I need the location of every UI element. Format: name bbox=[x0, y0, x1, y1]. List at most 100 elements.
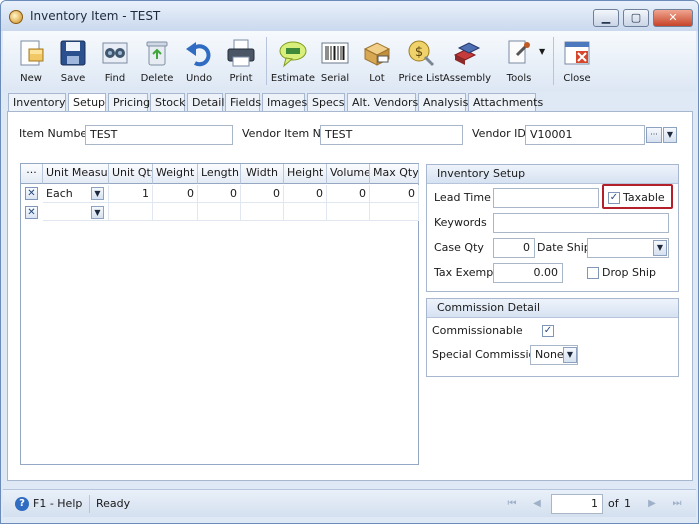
close-icon bbox=[564, 41, 590, 65]
case-qty-field[interactable]: 0 bbox=[493, 238, 535, 258]
commission-detail-group: Commission Detail Commissionable ✓ Speci… bbox=[426, 298, 679, 377]
tab-analysis[interactable]: Analysis bbox=[418, 93, 468, 112]
close-label: Close bbox=[563, 73, 591, 84]
previous-page-icon[interactable]: ◀ bbox=[529, 496, 545, 512]
lead-time-label: Lead Time bbox=[434, 191, 491, 204]
status-text: Ready bbox=[96, 497, 131, 510]
date-ship-dropdown-icon[interactable]: ▼ bbox=[653, 240, 667, 256]
cell-width[interactable]: 0 bbox=[241, 185, 284, 203]
unit-measure-grid: ··· Unit Measure Unit Qty Weight Length … bbox=[20, 163, 419, 465]
print-button[interactable]: Print bbox=[219, 34, 263, 88]
tax-exempt-field[interactable]: 0.00 bbox=[493, 263, 563, 283]
status-divider bbox=[89, 495, 90, 513]
new-row-cell[interactable] bbox=[241, 203, 284, 221]
tab-attachments[interactable]: Attachments bbox=[468, 93, 543, 112]
tab-fields[interactable]: Fields bbox=[225, 93, 261, 112]
cell-length[interactable]: 0 bbox=[198, 185, 241, 203]
col-length[interactable]: Length bbox=[198, 164, 241, 184]
special-commission-label: Special Commission bbox=[432, 348, 543, 361]
unit-measure-dropdown-icon[interactable]: ▼ bbox=[91, 206, 104, 219]
cell-weight[interactable]: 0 bbox=[153, 185, 198, 203]
vendor-id-field[interactable]: V10001 bbox=[525, 125, 645, 145]
delete-row-icon[interactable]: ✕ bbox=[25, 206, 38, 219]
delete-row-icon[interactable]: ✕ bbox=[25, 187, 38, 200]
help-text[interactable]: F1 - Help bbox=[33, 497, 82, 510]
new-row-cell[interactable] bbox=[198, 203, 241, 221]
new-row-cell[interactable] bbox=[284, 203, 327, 221]
drop-ship-checkbox[interactable] bbox=[587, 267, 599, 279]
print-label: Print bbox=[229, 73, 253, 84]
cell-unit-qty[interactable]: 1 bbox=[109, 185, 153, 203]
new-row-cell[interactable] bbox=[370, 203, 419, 221]
undo-icon bbox=[186, 42, 211, 67]
col-unit-measure[interactable]: Unit Measure bbox=[43, 164, 109, 184]
tools-dropdown-arrow-icon[interactable]: ▼ bbox=[539, 47, 545, 56]
commissionable-label: Commissionable bbox=[432, 324, 523, 337]
inventory-item-window: Inventory Item - TEST ▁ ▢ ✕ New Save Fin… bbox=[0, 0, 699, 524]
tools-button[interactable]: Tools bbox=[497, 34, 541, 88]
next-page-icon[interactable]: ▶ bbox=[644, 496, 660, 512]
total-pages: 1 bbox=[624, 497, 631, 510]
svg-text:$: $ bbox=[415, 45, 423, 60]
close-button[interactable]: Close bbox=[555, 34, 599, 88]
col-width[interactable]: Width bbox=[241, 164, 284, 184]
tools-label: Tools bbox=[506, 73, 532, 84]
setup-panel: Item Number TEST Vendor Item No TEST Ven… bbox=[7, 111, 693, 481]
lot-icon bbox=[363, 42, 391, 66]
special-commission-dropdown-icon[interactable]: ▼ bbox=[563, 347, 577, 363]
of-label: of bbox=[608, 497, 619, 510]
new-row-cell[interactable] bbox=[109, 203, 153, 221]
tab-specs[interactable]: Specs bbox=[307, 93, 345, 112]
status-bar: ? F1 - Help Ready ⏮ ◀ 1 of 1 ▶ ⏭ bbox=[3, 489, 696, 517]
toolbar: New Save Find Delete Undo Print Estimate… bbox=[3, 31, 696, 91]
help-icon[interactable]: ? bbox=[15, 497, 29, 511]
cell-height[interactable]: 0 bbox=[284, 185, 327, 203]
tab-pricing[interactable]: Pricing bbox=[108, 93, 150, 112]
vendor-id-lookup-button[interactable]: ··· bbox=[646, 127, 662, 143]
commissionable-checkbox[interactable]: ✓ bbox=[542, 325, 554, 337]
lead-time-field[interactable] bbox=[493, 188, 599, 208]
window-title: Inventory Item - TEST bbox=[30, 9, 161, 23]
date-ship-label: Date Ship bbox=[537, 241, 591, 254]
new-row-cell[interactable] bbox=[327, 203, 370, 221]
close-window-button[interactable]: ✕ bbox=[653, 9, 693, 27]
tab-alt-vendors[interactable]: Alt. Vendors bbox=[347, 93, 418, 112]
assembly-icon bbox=[453, 42, 481, 65]
vendor-id-label: Vendor ID bbox=[472, 127, 526, 140]
title-bar: Inventory Item - TEST ▁ ▢ ✕ bbox=[1, 1, 698, 31]
estimate-icon bbox=[279, 41, 307, 68]
first-page-icon[interactable]: ⏮ bbox=[504, 496, 520, 512]
page-number-field[interactable]: 1 bbox=[551, 494, 603, 514]
price-list-button[interactable]: $ Price List bbox=[398, 34, 444, 88]
cell-volume[interactable]: 0 bbox=[327, 185, 370, 203]
maximize-button[interactable]: ▢ bbox=[623, 9, 649, 27]
tab-images[interactable]: Images bbox=[262, 93, 307, 112]
col-max-qty[interactable]: Max Qty bbox=[370, 164, 419, 184]
col-unit-qty[interactable]: Unit Qty bbox=[109, 164, 153, 184]
unit-measure-dropdown-icon[interactable]: ▼ bbox=[91, 187, 104, 200]
item-number-field[interactable]: TEST bbox=[85, 125, 233, 145]
new-row-cell[interactable] bbox=[153, 203, 198, 221]
assembly-label: Assembly bbox=[442, 73, 492, 84]
tab-stock[interactable]: Stock bbox=[150, 93, 185, 112]
serial-icon bbox=[321, 42, 349, 64]
tab-setup[interactable]: Setup bbox=[68, 93, 106, 113]
assembly-button[interactable]: Assembly bbox=[443, 34, 491, 88]
vendor-item-no-field[interactable]: TEST bbox=[320, 125, 463, 145]
new-icon bbox=[20, 40, 44, 66]
col-volume[interactable]: Volume bbox=[327, 164, 370, 184]
vendor-item-no-label: Vendor Item No bbox=[242, 127, 328, 140]
grid-options-button[interactable]: ··· bbox=[21, 164, 43, 184]
tab-detail[interactable]: Detail bbox=[187, 93, 224, 112]
minimize-button[interactable]: ▁ bbox=[593, 9, 619, 27]
vendor-id-dropdown-icon[interactable]: ▼ bbox=[663, 127, 677, 143]
tab-inventory[interactable]: Inventory bbox=[8, 93, 66, 112]
find-icon bbox=[102, 42, 128, 64]
col-weight[interactable]: Weight bbox=[153, 164, 198, 184]
col-height[interactable]: Height bbox=[284, 164, 327, 184]
cell-max-qty[interactable]: 0 bbox=[370, 185, 419, 203]
inventory-setup-title: Inventory Setup bbox=[427, 165, 678, 184]
last-page-icon[interactable]: ⏭ bbox=[669, 496, 685, 512]
item-number-label: Item Number bbox=[19, 127, 92, 140]
keywords-field[interactable] bbox=[493, 213, 669, 233]
